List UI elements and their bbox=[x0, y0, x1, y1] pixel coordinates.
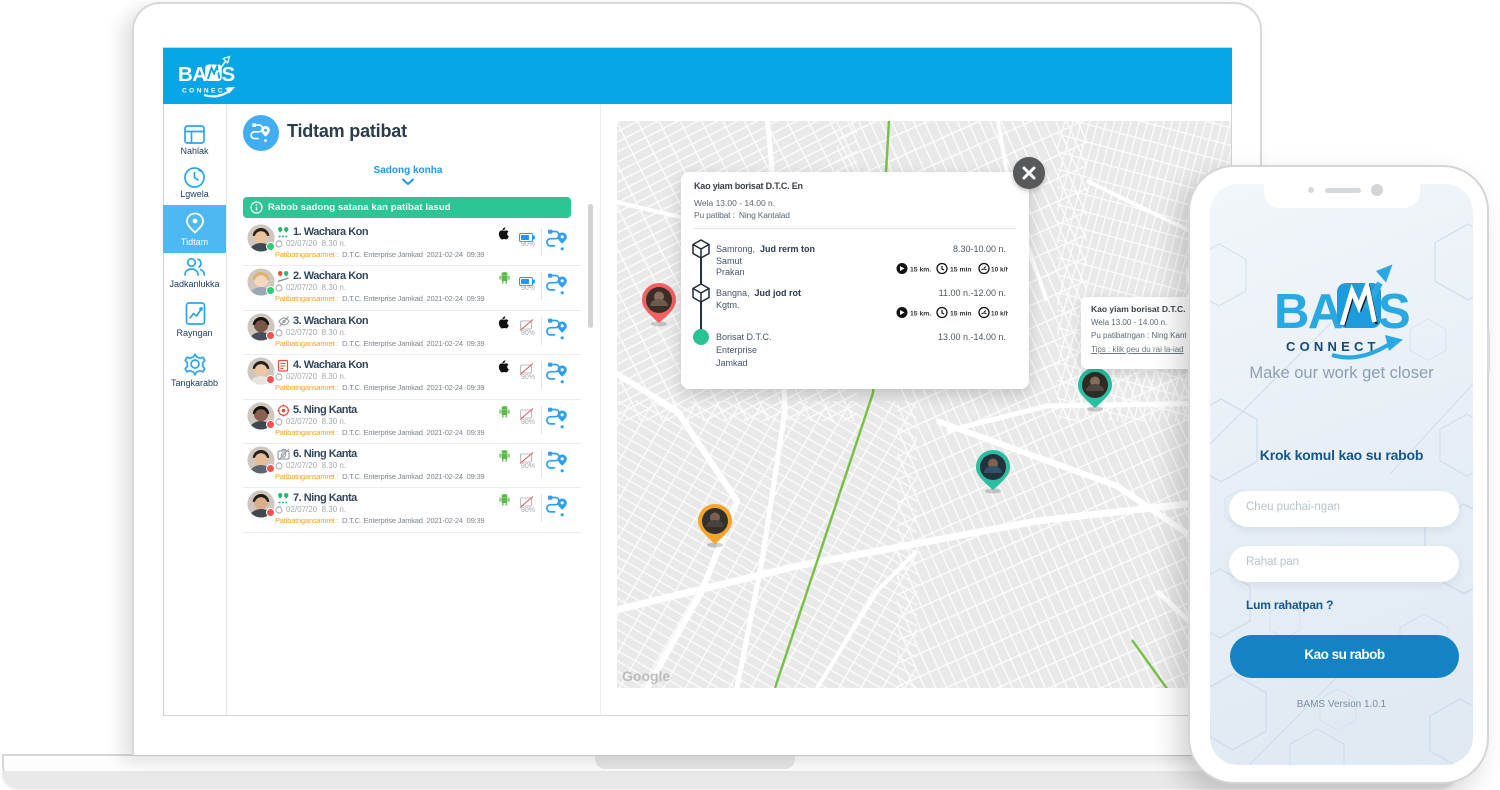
svg-text:15 min: 15 min bbox=[950, 311, 972, 318]
svg-text:BA: BA bbox=[178, 63, 207, 86]
svg-text:S: S bbox=[222, 63, 236, 86]
svg-text:S: S bbox=[1378, 285, 1411, 334]
svg-text:Google: Google bbox=[622, 668, 670, 684]
svg-text:BA: BA bbox=[1274, 285, 1343, 334]
svg-text:15 min: 15 min bbox=[950, 267, 972, 274]
svg-text:10 k/h: 10 k/h bbox=[991, 311, 1008, 318]
svg-text:15 km.: 15 km. bbox=[910, 311, 931, 318]
svg-text:10 k/h: 10 k/h bbox=[991, 267, 1008, 274]
svg-text:15 km.: 15 km. bbox=[910, 267, 931, 274]
